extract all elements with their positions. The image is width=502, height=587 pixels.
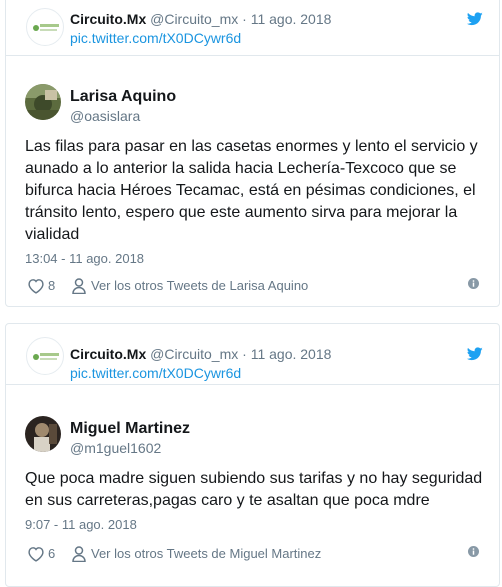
quoted-header: Circuito.Mx @Circuito_mx · 11 ago. 2018: [70, 346, 331, 362]
person-icon[interactable]: [72, 546, 86, 562]
tweet-timestamp[interactable]: 13:04 - 11 ago. 2018: [25, 251, 144, 266]
separator-dot: ·: [242, 346, 247, 362]
tweet-text: Las filas para pasar en las casetas enor…: [25, 138, 478, 243]
tweet-card-miguel: Circuito.Mx @Circuito_mx · 11 ago. 2018 …: [5, 323, 500, 587]
person-icon[interactable]: [72, 278, 86, 294]
tweet-timestamp[interactable]: 9:07 - 11 ago. 2018: [25, 517, 137, 532]
tweet-actions: 6 Ver los otros Tweets de Miguel Martine…: [25, 545, 479, 563]
quoted-date[interactable]: 11 ago. 2018: [251, 11, 332, 27]
twitter-bird-icon[interactable]: [467, 12, 483, 26]
twitter-bird-icon[interactable]: [467, 347, 483, 361]
heart-icon[interactable]: [27, 278, 45, 294]
quoted-tweet[interactable]: Circuito.Mx @Circuito_mx · 11 ago. 2018 …: [6, 324, 499, 385]
tweet-card-larisa: Circuito.Mx @Circuito_mx · 11 ago. 2018 …: [5, 0, 500, 307]
info-icon[interactable]: [468, 546, 479, 557]
quoted-author-handle[interactable]: @Circuito_mx: [150, 346, 238, 362]
quoted-header: Circuito.Mx @Circuito_mx · 11 ago. 2018: [70, 11, 331, 27]
quoted-media-link[interactable]: pic.twitter.com/tX0DCywr6d: [70, 30, 241, 46]
separator-dot: ·: [242, 11, 247, 27]
quoted-author-handle[interactable]: @Circuito_mx: [150, 11, 238, 27]
info-icon[interactable]: [468, 278, 479, 289]
circuito-avatar[interactable]: [26, 337, 64, 375]
like-count[interactable]: 6: [48, 546, 55, 561]
larisa-avatar[interactable]: [25, 84, 61, 120]
author-handle[interactable]: @m1guel1602: [70, 440, 161, 456]
miguel-avatar[interactable]: [25, 416, 61, 452]
like-count[interactable]: 8: [48, 278, 55, 293]
quoted-author-name[interactable]: Circuito.Mx: [70, 346, 146, 362]
quoted-tweet[interactable]: Circuito.Mx @Circuito_mx · 11 ago. 2018 …: [6, 0, 499, 56]
tweet-actions: 8 Ver los otros Tweets de Larisa Aquino: [25, 277, 479, 295]
author-name[interactable]: Miguel Martinez: [70, 420, 190, 438]
heart-icon[interactable]: [27, 546, 45, 562]
tweet-text: Que poca madre siguen subiendo sus tarif…: [25, 470, 483, 509]
author-name[interactable]: Larisa Aquino: [70, 88, 176, 106]
more-tweets-link[interactable]: Ver los otros Tweets de Larisa Aquino: [91, 278, 308, 293]
more-tweets-link[interactable]: Ver los otros Tweets de Miguel Martinez: [91, 546, 321, 561]
quoted-date[interactable]: 11 ago. 2018: [251, 346, 332, 362]
author-handle[interactable]: @oasislara: [70, 108, 140, 124]
quoted-author-name[interactable]: Circuito.Mx: [70, 11, 146, 27]
circuito-avatar[interactable]: [26, 8, 64, 46]
quoted-media-link[interactable]: pic.twitter.com/tX0DCywr6d: [70, 365, 241, 381]
